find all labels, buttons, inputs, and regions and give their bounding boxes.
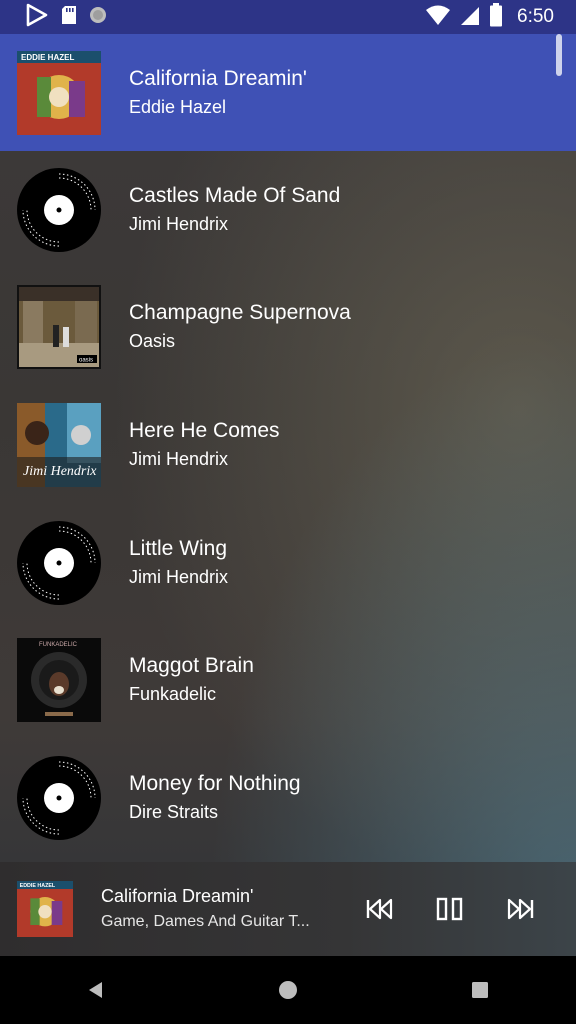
song-title: Money for Nothing (129, 771, 301, 795)
status-bar: 6:50 (0, 0, 576, 34)
skip-previous-icon[interactable] (362, 891, 398, 927)
song-row[interactable]: Little Wing Jimi Hendrix (0, 504, 576, 622)
sd-card-icon (60, 5, 78, 30)
circle-notification-icon (88, 5, 108, 30)
song-list[interactable]: EDDIE HAZEL California Dreamin' Eddie Ha… (0, 34, 576, 862)
vinyl-record-icon (17, 167, 101, 252)
eddie-hazel-album-art: EDDIE HAZEL (17, 50, 101, 135)
song-title: Here He Comes (129, 418, 280, 442)
svg-text:oasis: oasis (79, 358, 93, 364)
back-icon[interactable] (66, 960, 126, 1020)
song-title: Castles Made Of Sand (129, 183, 341, 207)
song-artist: Oasis (129, 331, 176, 352)
wifi-icon (425, 4, 451, 31)
home-icon[interactable] (258, 960, 318, 1020)
now-playing-title: California Dreamin' (101, 886, 254, 906)
skip-next-icon[interactable] (502, 891, 538, 927)
scrollbar[interactable] (556, 34, 562, 76)
song-artist: Eddie Hazel (129, 96, 227, 117)
song-row[interactable]: Jimi Hendrix Here He Comes Jimi Hendrix (0, 386, 576, 504)
eddie-hazel-album-art: EDDIE HAZEL (17, 881, 73, 937)
song-title: California Dreamin' (129, 66, 307, 90)
song-row[interactable]: oasis Champagne Supernova Oasis (0, 269, 576, 387)
svg-text:Jimi Hendrix: Jimi Hendrix (23, 464, 97, 479)
song-row[interactable]: Castles Made Of Sand Jimi Hendrix (0, 151, 576, 269)
song-artist: Jimi Hendrix (129, 448, 229, 469)
battery-icon (489, 2, 503, 32)
recents-icon[interactable] (450, 960, 510, 1020)
oasis-album-art: oasis (17, 285, 101, 370)
song-row[interactable]: EDDIE HAZEL California Dreamin' Eddie Ha… (0, 34, 576, 151)
song-title: Little Wing (129, 536, 228, 560)
song-row[interactable]: Money for Nothing Dire Straits (0, 739, 576, 857)
signal-icon (459, 4, 481, 31)
song-artist: Dire Straits (129, 801, 219, 822)
song-artist: Jimi Hendrix (129, 566, 229, 587)
song-title: Champagne Supernova (129, 301, 351, 325)
vinyl-record-icon (17, 520, 101, 605)
svg-text:EDDIE HAZEL: EDDIE HAZEL (21, 53, 74, 62)
song-row[interactable]: FUNKADELIC Maggot Brain Funkadelic (0, 621, 576, 739)
navigation-bar (0, 956, 576, 1024)
svg-text:EDDIE HAZEL: EDDIE HAZEL (20, 883, 56, 889)
song-artist: Jimi Hendrix (129, 213, 229, 234)
vinyl-record-icon (17, 755, 101, 840)
play-store-icon (24, 2, 50, 33)
jimi-hendrix-album-art: Jimi Hendrix (17, 402, 101, 487)
funkadelic-album-art: FUNKADELIC (17, 638, 101, 723)
song-title: Maggot Brain (129, 654, 254, 678)
now-playing-album: Game, Dames And Guitar T... (101, 913, 310, 930)
svg-text:FUNKADELIC: FUNKADELIC (39, 642, 78, 648)
now-playing-bar[interactable]: EDDIE HAZEL California Dreamin' Game, Da… (0, 862, 576, 956)
status-time: 6:50 (517, 6, 554, 27)
pause-icon[interactable] (432, 891, 468, 927)
song-artist: Funkadelic (129, 684, 217, 705)
